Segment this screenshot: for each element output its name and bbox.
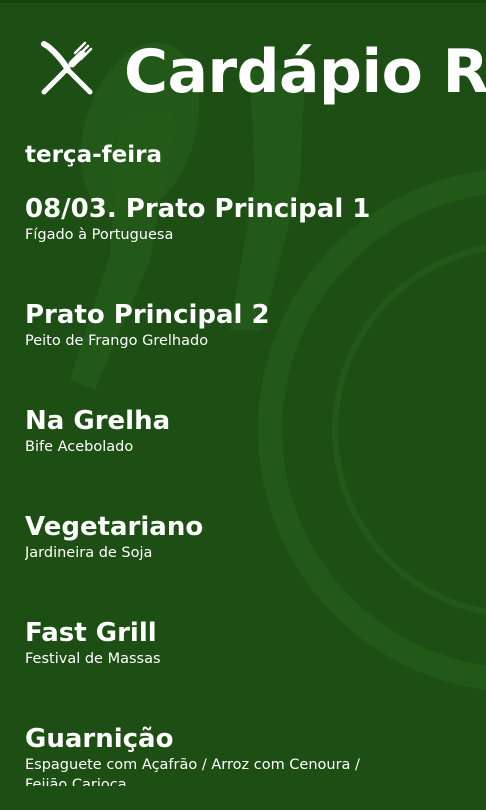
menu-item[interactable]: 08/03. Prato Principal 1 Fígado à Portug… — [25, 190, 465, 245]
menu-item-description: Bife Acebolado — [25, 439, 134, 455]
menu-item[interactable]: Na Grelha Bife Acebolado — [25, 402, 465, 457]
menu-item-title: Vegetariano — [25, 512, 204, 542]
menu-item-title: Guarnição — [25, 724, 174, 754]
menu-item-description: Peito de Frango Grelhado — [25, 333, 209, 349]
day-heading: terça-feira — [25, 142, 162, 168]
app-title: Cardápio Restaurante — [124, 37, 486, 107]
menu-item-description: Espaguete com Açafrão / Arroz com Cenour… — [25, 757, 360, 786]
top-edge — [0, 0, 486, 3]
menu-item-description: Jardineira de Soja — [25, 545, 153, 561]
menu-item-title: Na Grelha — [25, 406, 171, 436]
fork-and-knife-icon — [41, 41, 93, 95]
menu-item-title: 08/03. Prato Principal 1 — [25, 194, 371, 224]
menu-item-description: Festival de Massas — [25, 651, 161, 667]
menu-item-description: Fígado à Portuguesa — [25, 227, 174, 243]
menu-list: 08/03. Prato Principal 1 Fígado à Portug… — [25, 190, 465, 786]
menu-item[interactable]: Prato Principal 2 Peito de Frango Grelha… — [25, 296, 465, 351]
menu-item-title: Prato Principal 2 — [25, 300, 270, 330]
menu-item[interactable]: Guarnição Espaguete com Açafrão / Arroz … — [25, 720, 465, 786]
menu-item[interactable]: Vegetariano Jardineira de Soja — [25, 508, 465, 563]
menu-item[interactable]: Fast Grill Festival de Massas — [25, 614, 465, 669]
menu-item-title: Fast Grill — [25, 618, 157, 648]
app-header: Cardápio Restaurante — [0, 18, 486, 128]
